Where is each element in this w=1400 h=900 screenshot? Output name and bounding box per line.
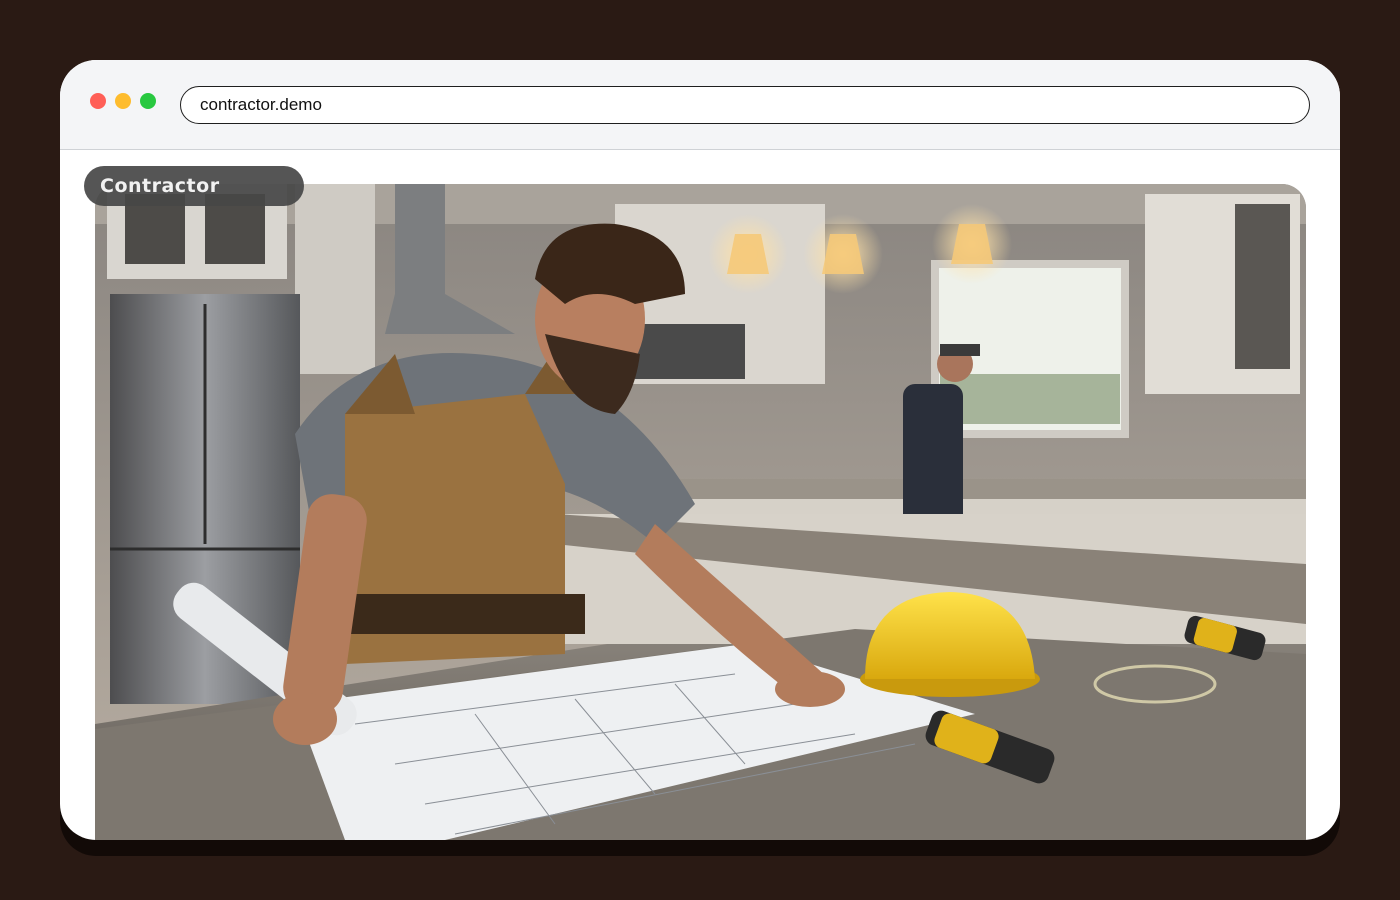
hero-image <box>95 184 1306 840</box>
contractor-photo <box>95 184 1306 840</box>
minimize-dot-icon[interactable] <box>115 93 131 109</box>
browser-window: contractor.demo Contractor <box>60 60 1340 840</box>
maximize-dot-icon[interactable] <box>140 93 156 109</box>
address-bar[interactable]: contractor.demo <box>180 86 1310 124</box>
hero-label-pill: Contractor <box>84 166 304 206</box>
hero-label-text: Contractor <box>100 175 220 197</box>
close-dot-icon[interactable] <box>90 93 106 109</box>
address-bar-text: contractor.demo <box>200 95 322 114</box>
browser-chrome: contractor.demo <box>60 60 1340 150</box>
